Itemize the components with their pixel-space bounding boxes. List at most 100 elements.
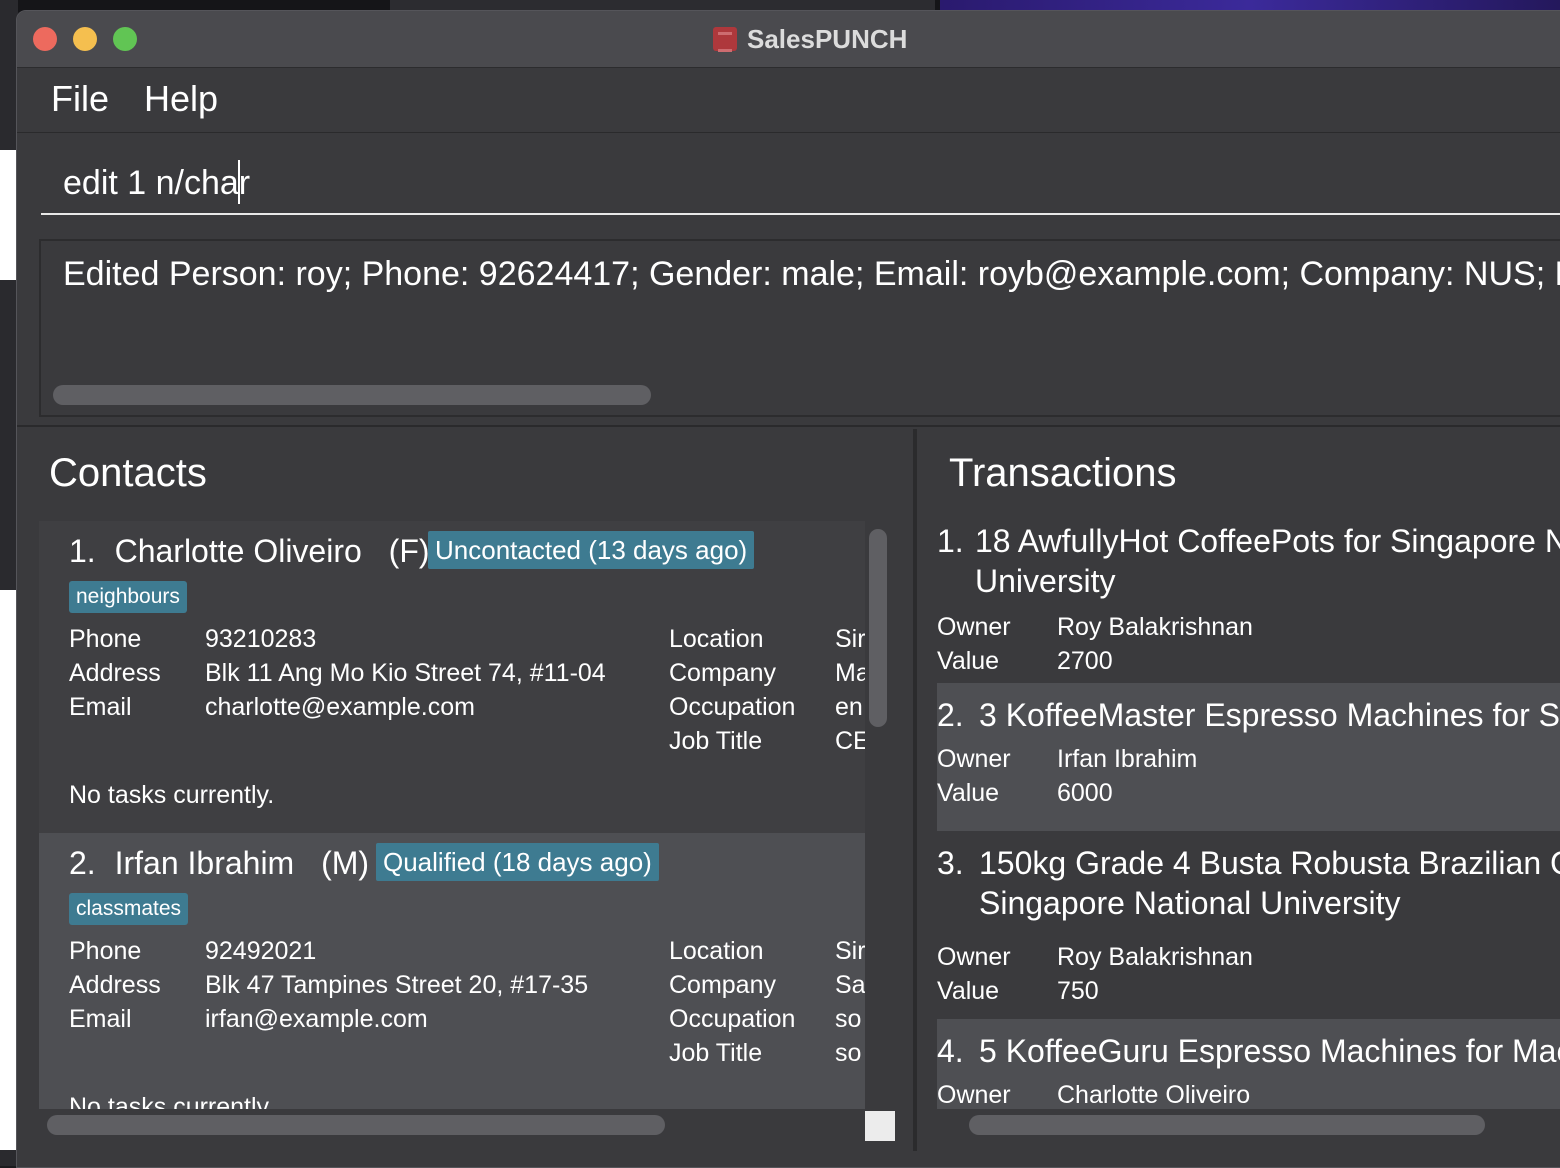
app-logo-icon [713,27,737,52]
contacts-list[interactable]: 1. Charlotte Oliveiro (F) Uncontacted (1… [39,521,865,1109]
job-title-label: Job Title [669,1039,763,1067]
transaction-index: 3. [937,845,964,881]
value-amount: 6000 [1057,779,1113,807]
phone-value: 93210283 [205,625,317,653]
occupation-label: Occupation [669,1005,796,1033]
contact-name: Charlotte Oliveiro [114,533,362,569]
result-display: Edited Person: roy; Phone: 92624417; Gen… [39,239,1560,417]
contact-index: 1. [69,533,96,569]
contacts-title: Contacts [49,451,207,495]
close-window-button[interactable] [33,27,57,51]
company-label: Company [669,659,776,687]
transaction-index: 1. [937,523,964,559]
contact-status-badge: Qualified (18 days ago) [376,843,659,881]
owner-value: Roy Balakrishnan [1057,943,1253,971]
transaction-index: 4. [937,1033,964,1069]
phone-label: Phone [69,937,142,965]
email-value: irfan@example.com [205,1005,428,1033]
menu-help[interactable]: Help [144,78,218,120]
value-amount: 750 [1057,977,1099,1005]
value-amount: 2700 [1057,647,1113,675]
contact-index: 2. [69,845,96,881]
menu-file[interactable]: File [51,78,109,120]
zoom-window-button[interactable] [113,27,137,51]
minimize-window-button[interactable] [73,27,97,51]
scrollbar-corner [865,1111,895,1141]
contact-gender: (M) [321,845,370,881]
window-title-text: SalesPUNCH [747,23,908,54]
contact-tag: neighbours [69,581,187,613]
job-title-label: Job Title [669,727,763,755]
transaction-card[interactable]: 4. 5 KoffeeGuru Espresso Machines for Ma… [937,1019,1560,1109]
address-value: Blk 11 Ang Mo Kio Street 74, #11-04 [205,659,606,687]
value-label: Value [937,779,1000,807]
menu-bar: File Help [17,68,1560,133]
window-title: SalesPUNCH [713,23,907,55]
company-value: Ma [835,659,865,687]
contacts-vertical-scrollbar[interactable] [869,529,887,727]
title-bar[interactable]: SalesPUNCH [17,11,1560,68]
owner-label: Owner [937,613,1011,641]
occupation-value: en [835,693,863,721]
owner-label: Owner [937,1081,1011,1109]
job-title-value: so [835,1039,862,1067]
transaction-card[interactable]: 2. 3 KoffeeMaster Espresso Machines for … [937,683,1560,831]
owner-label: Owner [937,745,1011,773]
transaction-description: 150kg Grade 4 Busta Robusta Brazilian Co… [979,845,1560,881]
occupation-value: so [835,1005,862,1033]
contact-card[interactable]: 2. Irfan Ibrahim (M) Qualified (18 days … [39,833,865,1109]
contact-status-badge: Uncontacted (13 days ago) [428,531,755,569]
transaction-card[interactable]: 3. 150kg Grade 4 Busta Robusta Brazilian… [937,831,1560,1019]
address-value: Blk 47 Tampines Street 20, #17-35 [205,971,589,999]
email-value: charlotte@example.com [205,693,475,721]
contacts-panel: Contacts 1. Charlotte Oliveiro (F) Uncon… [17,429,917,1151]
transaction-card[interactable]: 1. 18 AwfullyHot CoffeePots for Singapor… [937,513,1560,683]
owner-label: Owner [937,943,1011,971]
address-label: Address [69,971,161,999]
location-value: Sir [835,937,865,965]
contact-gender: (F) [388,533,430,569]
contact-card[interactable]: 1. Charlotte Oliveiro (F) Uncontacted (1… [39,521,865,833]
job-title-value: CE [835,727,865,755]
contact-tag: classmates [69,893,189,925]
command-input[interactable] [41,153,1560,215]
location-value: Sir [835,625,865,653]
transaction-description: 18 AwfullyHot CoffeePots for Singapore N… [975,523,1560,559]
owner-value: Charlotte Oliveiro [1057,1081,1251,1109]
owner-value: Roy Balakrishnan [1057,613,1253,641]
transactions-horizontal-scrollbar[interactable] [969,1115,1485,1135]
company-value: Sa [835,971,865,999]
company-label: Company [669,971,776,999]
result-horizontal-scrollbar[interactable] [53,385,651,405]
transaction-index: 2. [937,697,964,733]
transactions-list[interactable]: 1. 18 AwfullyHot CoffeePots for Singapor… [937,513,1560,1109]
transaction-description: 5 KoffeeGuru Espresso Machines for Mac K [979,1033,1560,1069]
value-label: Value [937,977,1000,1005]
app-window: SalesPUNCH File Help Edited Person: roy;… [16,10,1560,1168]
location-label: Location [669,937,764,965]
result-message: Edited Person: roy; Phone: 92624417; Gen… [63,255,1560,293]
contact-tasks: No tasks currently. [69,1093,275,1109]
transactions-panel: Transactions 1. 18 AwfullyHot CoffeePots… [917,429,1560,1151]
text-cursor [238,160,240,204]
transaction-description: 3 KoffeeMaster Espresso Machines for Sal… [979,697,1560,733]
contact-header: 1. Charlotte Oliveiro (F) [69,533,430,570]
contact-name: Irfan Ibrahim [114,845,295,881]
email-label: Email [69,693,132,721]
contacts-horizontal-scrollbar[interactable] [47,1115,665,1135]
occupation-label: Occupation [669,693,796,721]
phone-value: 92492021 [205,937,317,965]
phone-label: Phone [69,625,142,653]
section-divider [17,425,1560,427]
contact-tasks: No tasks currently. [69,781,275,809]
transactions-title: Transactions [949,451,1177,495]
owner-value: Irfan Ibrahim [1057,745,1198,773]
transaction-description-cont: University [975,563,1116,599]
email-label: Email [69,1005,132,1033]
address-label: Address [69,659,161,687]
transaction-description-cont: Singapore National University [979,885,1401,921]
value-label: Value [937,647,1000,675]
contact-header: 2. Irfan Ibrahim (M) [69,845,369,882]
location-label: Location [669,625,764,653]
command-box [17,133,1560,229]
